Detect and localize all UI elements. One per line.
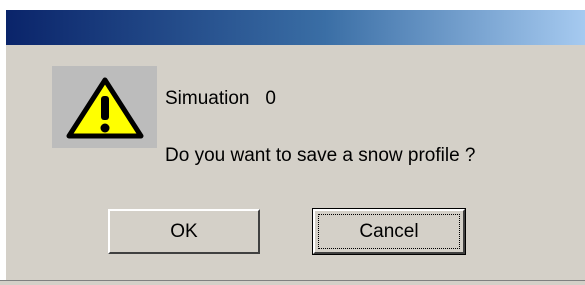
window-bottom-edge bbox=[0, 280, 585, 285]
message-question: Do you want to save a snow profile ? bbox=[165, 145, 476, 166]
ok-button[interactable]: OK bbox=[108, 209, 260, 254]
ok-button-label: OK bbox=[170, 220, 198, 242]
focus-rectangle bbox=[318, 214, 460, 249]
message-dialog: Simuation 0 Do you want to save a snow p… bbox=[0, 0, 585, 285]
cancel-button[interactable]: Cancel bbox=[312, 208, 466, 255]
message-simulation-label: Simuation 0 bbox=[165, 88, 276, 109]
title-bar-gradient bbox=[6, 10, 585, 45]
window-left-edge bbox=[0, 45, 6, 285]
warning-icon-area bbox=[52, 66, 157, 148]
warning-icon bbox=[66, 77, 144, 139]
title-bar[interactable] bbox=[0, 0, 585, 45]
